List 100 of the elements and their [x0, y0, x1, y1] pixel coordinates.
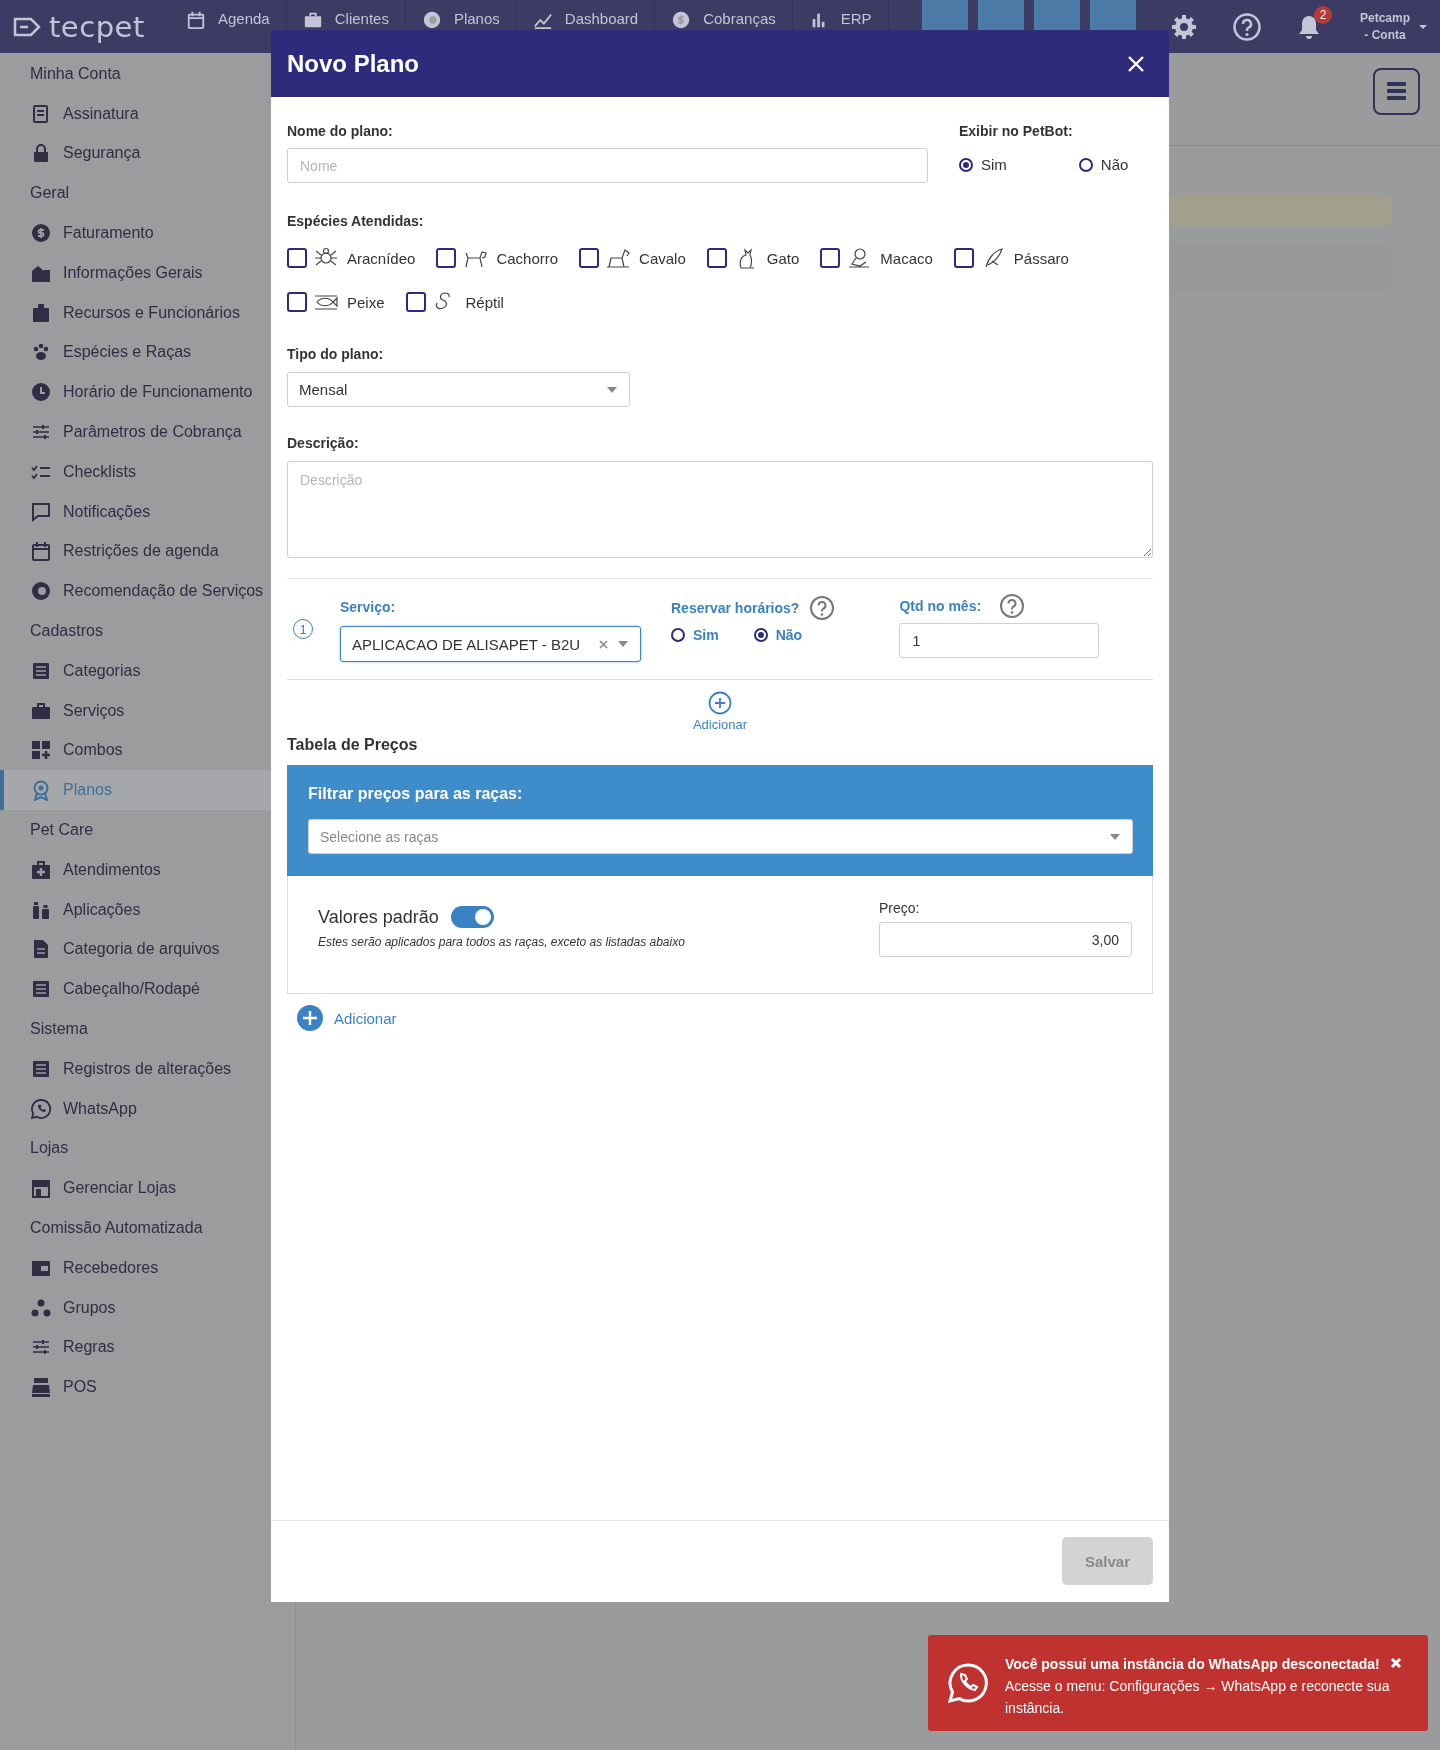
add-icon[interactable] — [297, 1005, 323, 1031]
field-label: Qtd no mês: — [899, 598, 982, 614]
radio-option[interactable]: Não — [1078, 156, 1129, 173]
field-label: Descrição: — [287, 435, 360, 451]
sidebar-item[interactable]: Cabeçalho/Rodapé — [0, 969, 271, 1010]
section-title: Lojas — [29, 1138, 70, 1159]
help-icon[interactable] — [809, 595, 836, 621]
help-icon[interactable] — [999, 593, 1026, 619]
ring-icon — [421, 10, 442, 30]
section-title: Pet Care — [29, 820, 95, 841]
sidebar-item[interactable]: Serviços — [0, 690, 271, 731]
sidebar-item[interactable]: Gerenciar Lojas — [0, 1168, 271, 1209]
price-field[interactable]: 3,00 — [879, 922, 1132, 957]
sidebar-item[interactable]: Segurança — [0, 133, 271, 174]
sidebar-item[interactable]: Grupos — [0, 1287, 271, 1328]
section-title: Geral — [29, 183, 71, 204]
clear-icon[interactable] — [599, 639, 608, 649]
phone-bubble-icon — [946, 1661, 990, 1705]
sidebar-item[interactable]: POS — [0, 1367, 271, 1408]
sidebar-item[interactable]: Checklists — [0, 451, 271, 492]
description-field[interactable]: Descrição — [287, 461, 1153, 558]
plan-name-field[interactable]: Nome — [287, 148, 928, 183]
sidebar-item[interactable]: Recomendação de Serviços — [0, 571, 271, 612]
calendar-icon — [30, 540, 52, 563]
caret-icon — [607, 386, 617, 393]
sidebar-item[interactable]: Informações Gerais — [0, 253, 271, 293]
chat-icon — [30, 500, 52, 523]
section-title: Comissão Automatizada — [29, 1218, 204, 1238]
species-checkbox[interactable]: Macaco — [820, 246, 933, 270]
account-menu[interactable]: Petcamp - Conta — [1359, 9, 1428, 44]
breed-select[interactable]: Selecione as raças — [308, 819, 1133, 854]
add-icon[interactable] — [708, 691, 732, 715]
species-checkbox[interactable]: Réptil — [405, 290, 504, 314]
species-checkbox[interactable]: Pássaro — [953, 246, 1069, 270]
settings-icon[interactable] — [1169, 12, 1198, 41]
quantity-field[interactable]: 1 — [899, 623, 1100, 658]
add-link[interactable]: Adicionar — [692, 717, 748, 732]
section-title: Cadastros — [29, 621, 104, 642]
notification-badge: 2 — [1313, 5, 1332, 24]
species-checkbox[interactable]: Aracnídeo — [287, 246, 416, 270]
sidebar-item[interactable]: Recebedores — [0, 1247, 271, 1288]
default-values-title: Valores padrão — [318, 906, 439, 928]
species-checkbox[interactable]: Cachorro — [436, 246, 559, 270]
sidebar-item[interactable]: Atendimentos — [0, 849, 271, 890]
radio-option[interactable]: Não — [753, 627, 803, 643]
filter-label: Filtrar preços para as raças: — [308, 785, 524, 803]
sidebar-item[interactable]: Assinatura — [0, 93, 271, 134]
sidebar-item[interactable]: Categoria de arquivos — [0, 929, 271, 970]
sidebar-item[interactable]: Espécies e Raças — [0, 332, 271, 373]
field-label: Reservar horários? — [671, 600, 800, 616]
field-label: Espécies Atendidas: — [287, 213, 425, 229]
sidebar-item[interactable]: Registros de alterações — [0, 1048, 271, 1089]
sidebar-item[interactable]: Horário de Funcionamento — [0, 372, 271, 413]
radio-option[interactable]: Sim — [671, 627, 719, 643]
ring-icon — [30, 580, 52, 603]
service-select[interactable]: APLICACAO DE ALISAPET - B2U — [340, 626, 641, 662]
caret-icon — [1110, 833, 1120, 840]
species-checkbox[interactable]: Gato — [706, 246, 800, 270]
sidebar-item[interactable]: Aplicações — [0, 889, 271, 930]
section-title: Tabela de Preços — [287, 736, 419, 754]
sidebar-item[interactable]: Restrições de agenda — [0, 531, 271, 572]
medkit-icon — [30, 858, 52, 881]
toggle-switch[interactable] — [450, 906, 494, 928]
plan-type-select[interactable]: Mensal — [287, 372, 630, 407]
caret-icon — [618, 641, 628, 647]
menu-button[interactable] — [1373, 67, 1420, 115]
register-icon — [30, 1376, 52, 1399]
sidebar-item[interactable]: Categorias — [0, 650, 271, 691]
section-title: Sistema — [29, 1019, 89, 1039]
sidebar-item[interactable]: Recursos e Funcionários — [0, 292, 271, 333]
species-checkbox[interactable]: Peixe — [287, 290, 385, 314]
field-label: Preço: — [879, 900, 921, 916]
help-text: Estes serão aplicados para todos as raças, exceto as listadas abaixo — [318, 935, 685, 949]
sidebar-item[interactable]: Parâmetros de Cobrança — [0, 412, 271, 452]
close-icon[interactable] — [1390, 1657, 1402, 1669]
field-label: Exibir no PetBot: — [959, 123, 1074, 139]
sidebar-item[interactable]: Faturamento — [0, 213, 271, 253]
field-label: Tipo do plano: — [287, 346, 385, 362]
sidebar-item[interactable]: Combos — [0, 730, 271, 771]
field-label: Serviço: — [340, 599, 397, 615]
store-icon — [30, 1177, 52, 1200]
sidebar-item[interactable]: WhatsApp — [0, 1088, 271, 1129]
badge-icon — [30, 301, 52, 324]
toast-message: Acesse o menu: Configurações → WhatsApp e reconecte sua instância. — [1005, 1677, 1390, 1718]
logo-text[interactable]: tecpet — [49, 9, 145, 44]
radio-option[interactable]: Sim — [959, 156, 1007, 173]
toast-title: Você possui uma instância do WhatsApp desconectada! — [1005, 1655, 1381, 1674]
caret-icon — [1418, 23, 1428, 30]
species-checkbox[interactable]: Cavalo — [579, 246, 686, 270]
sidebar-item[interactable]: Regras — [0, 1327, 271, 1368]
dollar-icon — [671, 10, 692, 30]
add-link[interactable]: Adicionar — [334, 1009, 397, 1027]
sidebar-item[interactable]: Notificações — [0, 491, 271, 532]
help-icon[interactable] — [1231, 11, 1262, 42]
grid-icon — [30, 739, 52, 762]
section-title: Minha Conta — [29, 63, 122, 84]
close-icon[interactable] — [1127, 54, 1145, 73]
clock-icon — [30, 381, 52, 404]
briefcase-icon — [302, 10, 323, 30]
calendar-icon — [186, 10, 206, 30]
